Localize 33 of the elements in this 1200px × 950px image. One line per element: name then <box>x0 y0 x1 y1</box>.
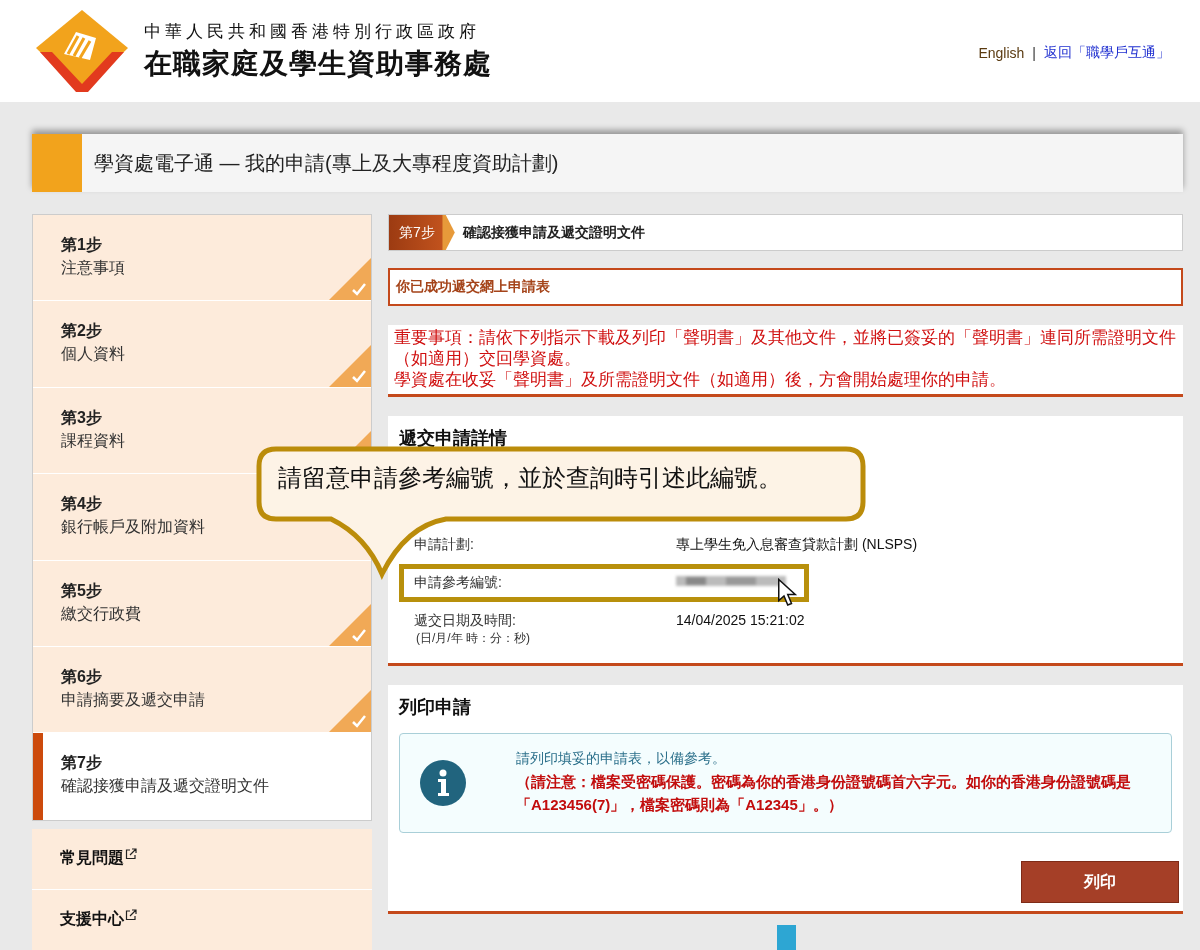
detail-label: 申請參考編號: <box>414 574 503 592</box>
step-number: 第5步 <box>61 580 103 601</box>
detail-hint: (日/月/年 時：分：秒) <box>415 630 531 647</box>
detail-value: 14/04/2025 15:21:02 <box>676 612 805 628</box>
step-label: 注意事項 <box>61 258 126 278</box>
success-message: 你已成功遞交網上申請表 <box>388 268 1183 306</box>
step-label: 申請摘要及遞交申請 <box>61 689 206 710</box>
separator: | <box>1032 45 1036 61</box>
step-number: 第3步 <box>61 407 103 428</box>
detail-value: 專上學生免入息審查貸款計劃 (NLSPS) <box>676 536 918 554</box>
detail-label: 申請計劃: <box>414 536 475 554</box>
step-number: 第6步 <box>61 666 103 687</box>
page-title: 學資處電子通 — 我的申請(專上及大專程度資助計劃) <box>94 150 559 176</box>
detail-label: 遞交日期及時間: <box>414 612 517 630</box>
step-label: 個人資料 <box>61 344 126 365</box>
agency-title: 在職家庭及學生資助事務處 <box>144 46 492 81</box>
warning-text: （請注意：檔案受密碼保護。密碼為你的香港身份證號碼首六字元。如你的香港身份證號碼是「A123456(7)」，檔案密碼則為「A12345」。） <box>516 772 1132 815</box>
agency-name: 中華人民共和國香港特別行政區政府 <box>144 20 481 43</box>
step-label: 確認接獲申請及遞交證明文件 <box>61 776 270 797</box>
section-title: 列印申請 <box>399 696 472 719</box>
step-badge: 第7步 <box>389 215 455 250</box>
step-number: 第4步 <box>61 494 103 515</box>
step-title: 確認接獲申請及遞交證明文件 <box>462 223 645 242</box>
notice-text: 學資處在收妥「聲明書」及所需證明文件（如適用）後，方會開始處理你的申請。 <box>394 369 1007 390</box>
step-label: 銀行帳戶及附加資料 <box>61 517 206 538</box>
step-number: 第1步 <box>61 235 103 255</box>
notice-text: 重要事項：請依下列指示下載及列印「聲明書」及其他文件，並將已簽妥的「聲明書」連同所需證明文件（如適用）交回學資處。 <box>394 327 1177 369</box>
step-label: 課程資料 <box>61 430 126 451</box>
step-number: 第7步 <box>61 753 103 774</box>
step-label: 繳交行政費 <box>61 603 142 624</box>
info-text: 請列印填妥的申請表，以備參考。 <box>516 750 727 768</box>
step-number: 第2步 <box>61 321 103 342</box>
section-title: 遞交申請詳情 <box>399 427 508 450</box>
